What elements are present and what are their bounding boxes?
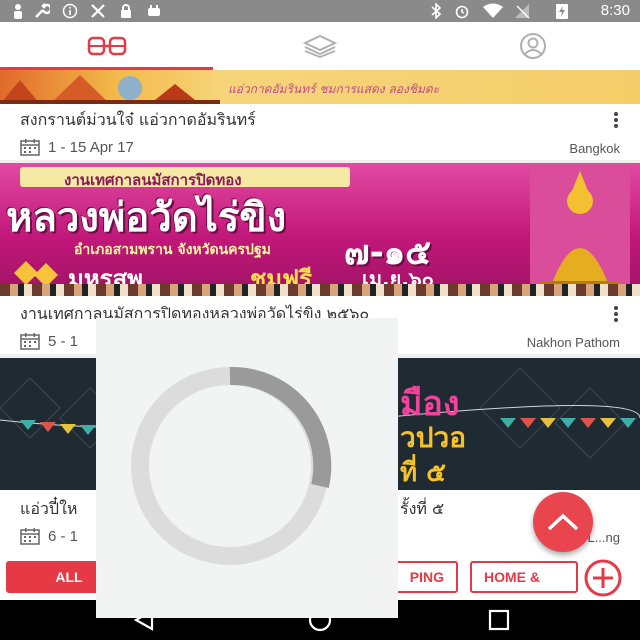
wrench-icon [35, 3, 50, 18]
lock-icon [121, 4, 131, 18]
loading-overlay [96, 318, 398, 618]
banner-1-text: แอ่วกาดอัมรินทร์ ชมการแสดง ลองชิมดะ [228, 82, 440, 96]
event-location: Nakhon Pathom [526, 335, 620, 350]
events-glasses-icon [87, 36, 126, 56]
event-location: L...ng [587, 530, 620, 545]
add-filter-button[interactable] [580, 558, 626, 598]
event-title-end: รั้งที่ ๕ [400, 499, 445, 518]
filter-chip-label: HOME & [484, 569, 540, 585]
tab-events[interactable] [0, 22, 214, 70]
bluetooth-icon [431, 3, 442, 19]
event-location: Bangkok [569, 141, 620, 156]
tools-icon [91, 4, 105, 18]
status-time: 8:30 [600, 2, 630, 19]
info-circle-icon [62, 3, 78, 19]
golden-buddha-image [530, 163, 630, 296]
alarm-icon [455, 5, 469, 19]
temple-art-image [0, 75, 220, 104]
status-bar: 8:30 [0, 0, 640, 22]
calendar-icon [20, 333, 40, 350]
banner-2-line3: อำเภอสามพราน จังหวัดนครปฐม [74, 242, 271, 258]
layers-icon [302, 34, 337, 58]
signal-icon [515, 4, 530, 19]
wifi-icon [483, 3, 503, 18]
banner-3-line3: ที่ ๕ [400, 458, 446, 488]
event-banner-1[interactable]: แอ่วกาดอัมรินทร์ ชมการแสดง ลองชิมดะ [0, 70, 640, 104]
filter-chip-home[interactable]: HOME & [470, 561, 578, 593]
tab-profile[interactable] [427, 22, 640, 70]
calendar-icon [20, 139, 40, 156]
event-date-row: 6 - 1 [20, 527, 78, 545]
profile-icon [520, 33, 547, 59]
filter-chip-label: ALL [55, 569, 83, 585]
event-date: 1 - 15 Apr 17 [48, 138, 134, 156]
top-tab-bar [0, 22, 640, 70]
tab-categories[interactable] [213, 22, 426, 70]
event-date: 6 - 1 [48, 527, 79, 545]
event-banner-2[interactable]: งานเทศกาลนมัสการปิดทอง หลวงพ่อวัดไร่ขิง … [0, 163, 640, 296]
recents-icon[interactable] [488, 609, 510, 631]
filter-chip-label: PING [409, 569, 444, 585]
android-icon [148, 5, 160, 16]
performers-strip [0, 284, 640, 296]
event-title: สงกรานต์ม่วนใจ๋ แอ่วกาดอัมรินทร์ [20, 110, 256, 129]
person-icon [14, 4, 22, 19]
calendar-icon [20, 528, 40, 545]
chevron-up-icon [547, 513, 579, 531]
plus-circle-icon [584, 559, 622, 597]
scroll-to-top-button[interactable] [533, 492, 593, 552]
battery-icon [556, 4, 568, 19]
event-title-start: แอ่วปี๋ให [20, 499, 78, 518]
event-date-row: 1 - 15 Apr 17 [20, 138, 134, 156]
overflow-menu-icon[interactable] [612, 304, 620, 324]
app-screen: 8:30 แอ่วกาดอัมรินทร์ ชมการแสดง ลองชิมดะ… [0, 0, 640, 640]
overflow-menu-icon[interactable] [612, 110, 620, 130]
event-date-row: 5 - 1 [20, 332, 78, 350]
event-date: 5 - 1 [48, 332, 79, 350]
loading-spinner-icon [131, 366, 332, 565]
